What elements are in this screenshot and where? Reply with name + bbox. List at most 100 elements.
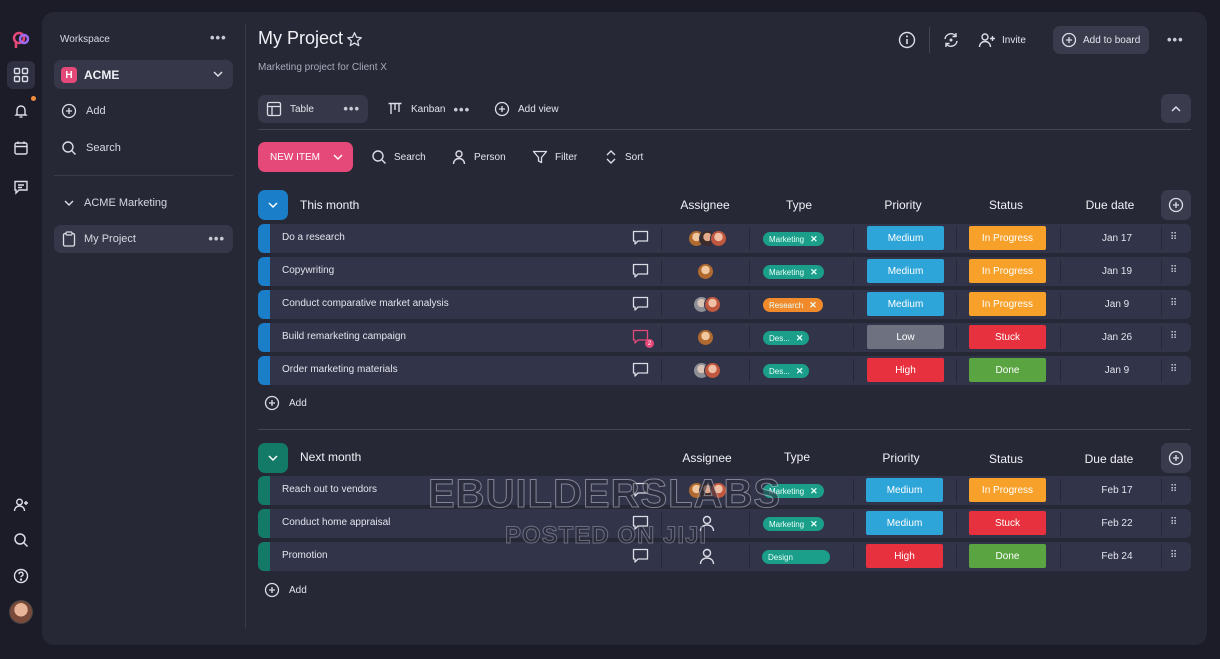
table-row[interactable]: Conduct comparative market analysis Rese… [258, 290, 1191, 319]
status-pill[interactable]: In Progress [969, 259, 1046, 283]
table-row[interactable]: Promotion Design High Done Feb 24 ⠿ [258, 542, 1191, 571]
toolbar-filter[interactable]: Filter [532, 146, 577, 168]
add-item-button[interactable]: Add [264, 395, 307, 411]
column-priority[interactable]: Priority [861, 451, 941, 465]
type-tag[interactable]: Marketing ✕ [763, 265, 824, 279]
column-type[interactable]: Type [757, 450, 837, 464]
workspace-more-icon[interactable]: ••• [210, 30, 227, 45]
comment-icon[interactable] [632, 263, 649, 279]
due-date[interactable]: Jan 9 [1078, 365, 1156, 376]
assignee-avatars[interactable] [693, 362, 721, 379]
grid-icon[interactable] [7, 61, 35, 89]
group-toggle-next-month[interactable] [258, 443, 288, 473]
task-name[interactable]: Copywriting [282, 265, 334, 276]
calendar-icon[interactable] [9, 136, 33, 160]
search-icon[interactable] [9, 528, 33, 552]
column-status[interactable]: Status [966, 198, 1046, 212]
priority-pill[interactable]: Low [867, 325, 944, 349]
status-pill[interactable]: In Progress [969, 478, 1046, 502]
group-toggle-this-month[interactable] [258, 190, 288, 220]
assignee-avatars[interactable] [693, 296, 721, 313]
comment-icon[interactable] [632, 296, 649, 312]
help-icon[interactable] [9, 564, 33, 588]
info-icon[interactable] [898, 31, 916, 49]
add-column-button[interactable] [1161, 443, 1191, 473]
messages-icon[interactable] [9, 175, 33, 199]
add-user-icon[interactable] [9, 493, 33, 517]
close-icon[interactable]: ✕ [809, 300, 817, 311]
close-icon[interactable]: ✕ [810, 234, 818, 245]
drag-handle-icon[interactable]: ⠿ [1170, 517, 1177, 528]
assignee-avatars[interactable] [697, 263, 714, 280]
due-date[interactable]: Jan 26 [1078, 332, 1156, 343]
status-pill[interactable]: In Progress [969, 292, 1046, 316]
sidebar-search[interactable]: Search [54, 134, 233, 162]
bell-icon[interactable] [9, 99, 33, 123]
comment-icon[interactable] [632, 230, 649, 246]
column-assignee[interactable]: Assignee [665, 198, 745, 212]
due-date[interactable]: Feb 22 [1078, 518, 1156, 529]
type-tag[interactable]: Marketing ✕ [763, 232, 824, 246]
column-type[interactable]: Type [759, 198, 839, 212]
chevron-down-icon[interactable] [333, 150, 343, 164]
task-name[interactable]: Conduct comparative market analysis [282, 298, 449, 309]
workspace-select[interactable]: H ACME [54, 60, 233, 89]
comment-icon[interactable] [632, 362, 649, 378]
column-priority[interactable]: Priority [863, 198, 943, 212]
sync-icon[interactable] [942, 31, 960, 49]
comment-icon[interactable] [632, 548, 649, 564]
sidebar-folder-acme-marketing[interactable]: ACME Marketing [54, 189, 233, 217]
app-logo-icon[interactable] [9, 28, 33, 52]
add-column-button[interactable] [1161, 190, 1191, 220]
task-name[interactable]: Do a research [282, 232, 345, 243]
status-pill[interactable]: Done [969, 358, 1046, 382]
task-name[interactable]: Conduct home appraisal [282, 517, 390, 528]
priority-pill[interactable]: High [867, 358, 944, 382]
toolbar-sort[interactable]: Sort [604, 146, 643, 168]
drag-handle-icon[interactable]: ⠿ [1170, 265, 1177, 276]
sidebar-item-my-project[interactable]: My Project ••• [54, 225, 233, 253]
type-tag[interactable]: Des... ✕ [763, 364, 810, 378]
star-icon[interactable] [346, 31, 363, 48]
due-date[interactable]: Jan 9 [1078, 299, 1156, 310]
priority-pill[interactable]: Medium [866, 478, 943, 502]
tab-table[interactable]: Table ••• [258, 95, 368, 123]
column-assignee[interactable]: Assignee [667, 451, 747, 465]
new-item-button[interactable]: NEW ITEM [258, 142, 353, 172]
invite-button[interactable]: Invite [978, 26, 1026, 54]
add-item-button[interactable]: Add [264, 582, 307, 598]
close-icon[interactable]: ✕ [810, 486, 818, 497]
status-pill[interactable]: Done [969, 544, 1046, 568]
task-name[interactable]: Reach out to vendors [282, 484, 377, 495]
collapse-button[interactable] [1161, 94, 1191, 123]
tab-kanban[interactable]: Kanban ••• [387, 95, 470, 123]
tab-more-icon[interactable]: ••• [453, 102, 470, 117]
project-more-icon[interactable]: ••• [208, 231, 225, 246]
table-row[interactable]: Build remarketing campaign 2 Des... ✕ Low… [258, 323, 1191, 352]
header-more-icon[interactable]: ••• [1167, 32, 1184, 47]
table-row[interactable]: Do a research Marketing ✕ Medium In Progr… [258, 224, 1191, 253]
task-name[interactable]: Order marketing materials [282, 364, 398, 375]
priority-pill[interactable]: Medium [867, 292, 944, 316]
priority-pill[interactable]: Medium [867, 259, 944, 283]
type-tag[interactable]: Des... ✕ [763, 331, 810, 345]
sidebar-add[interactable]: Add [54, 97, 233, 125]
close-icon[interactable]: ✕ [810, 519, 818, 530]
drag-handle-icon[interactable]: ⠿ [1170, 331, 1177, 342]
close-icon[interactable]: ✕ [796, 366, 804, 377]
status-pill[interactable]: Stuck [969, 325, 1046, 349]
type-tag[interactable]: Design [762, 550, 830, 564]
status-pill[interactable]: Stuck [969, 511, 1046, 535]
assignee-avatars[interactable] [688, 230, 727, 247]
drag-handle-icon[interactable]: ⠿ [1170, 484, 1177, 495]
due-date[interactable]: Jan 19 [1078, 266, 1156, 277]
column-status[interactable]: Status [966, 452, 1046, 466]
due-date[interactable]: Jan 17 [1078, 233, 1156, 244]
user-avatar[interactable] [9, 600, 33, 624]
priority-pill[interactable]: Medium [867, 226, 944, 250]
due-date[interactable]: Feb 24 [1078, 551, 1156, 562]
drag-handle-icon[interactable]: ⠿ [1170, 232, 1177, 243]
table-row[interactable]: Copywriting Marketing ✕ Medium In Progres… [258, 257, 1191, 286]
column-due-date[interactable]: Due date [1070, 198, 1150, 212]
tab-add-view[interactable]: Add view [494, 95, 559, 123]
